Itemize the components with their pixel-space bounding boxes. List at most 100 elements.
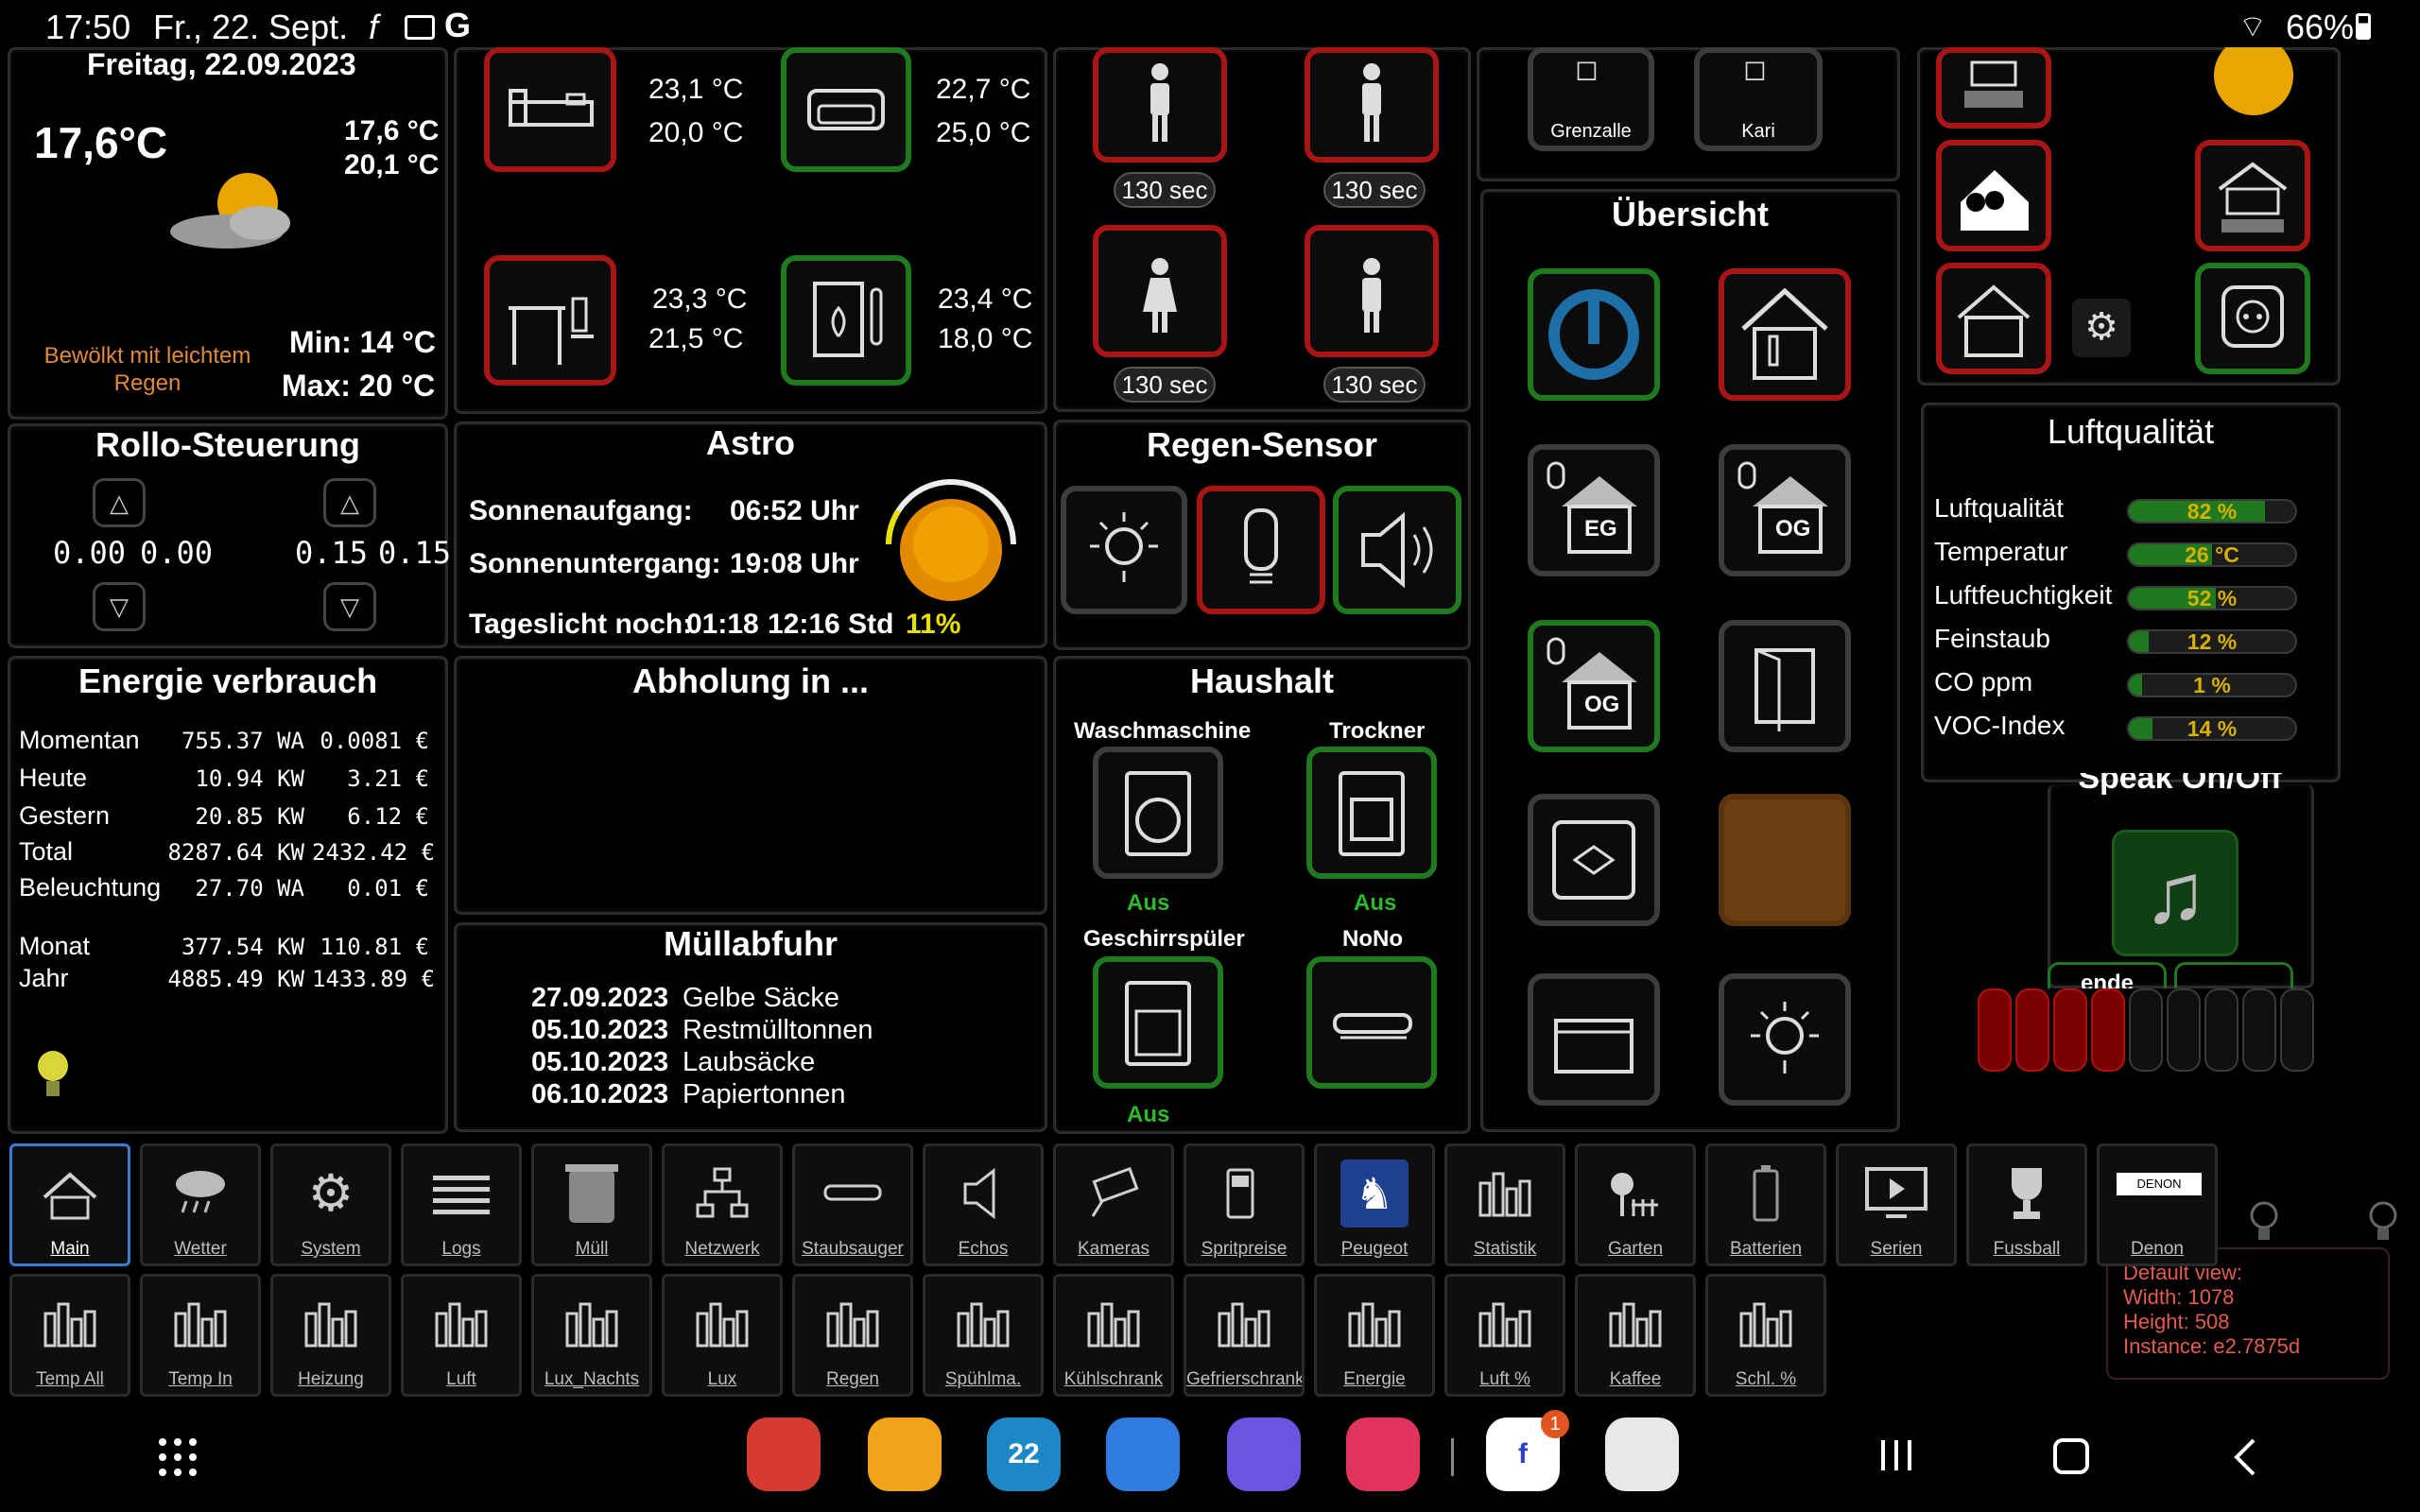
person-4-button[interactable] [1305,225,1439,357]
back-icon[interactable] [2231,1436,2257,1478]
regen-speaker-button[interactable] [1333,486,1461,614]
debug-line2: Width: 1078 [2123,1285,2235,1309]
volume-segment[interactable] [1978,988,2012,1072]
volume-segment[interactable] [2204,988,2238,1072]
room-heater-button[interactable] [781,255,911,386]
weather-date: Freitag, 22.09.2023 [87,47,356,81]
trockner-button[interactable] [1306,747,1437,879]
bar-chart-icon [1056,1286,1171,1362]
nav-echos-button[interactable]: Echos [923,1143,1044,1266]
rollo-right-down-button[interactable]: ▽ [323,582,376,631]
messages-app-icon[interactable] [1106,1418,1180,1491]
internet-app-icon[interactable] [1227,1418,1301,1491]
og-house-button[interactable] [2195,140,2310,251]
nav-denon-button[interactable]: DENON Denon [2097,1143,2218,1266]
camera-app-icon[interactable] [1346,1418,1420,1491]
chart-temp-in-button[interactable]: Temp In [140,1274,261,1397]
nav-staubsauger-button[interactable]: Staubsauger [792,1143,913,1266]
nav-peugeot-button[interactable]: ♞ Peugeot [1314,1143,1435,1266]
chart-lux-button[interactable]: Lux [662,1274,783,1397]
nav-m-ll-button[interactable]: Müll [531,1143,652,1266]
socket-top-button[interactable] [2195,263,2310,374]
home-thermo-button[interactable] [1936,263,2051,374]
eg-light-button[interactable]: EG [1528,444,1660,576]
nav-serien-button[interactable]: Serien [1836,1143,1957,1266]
chart-kaffee-button[interactable]: Kaffee [1575,1274,1696,1397]
speak-tab-ende[interactable]: ende [2048,962,2167,988]
og2-light-button[interactable]: OG [1528,620,1660,752]
files-app-icon[interactable] [868,1418,942,1491]
nav-statistik-button[interactable]: Statistik [1444,1143,1565,1266]
chart-luft--button[interactable]: Luft % [1444,1274,1565,1397]
og-light-button[interactable]: OG [1719,444,1851,576]
person-1-button[interactable] [1093,47,1227,163]
og-house-top-button[interactable] [1936,47,2051,129]
chart-lux-nachts-button[interactable]: Lux_Nachts [531,1274,652,1397]
nav-batterien-button[interactable]: Batterien [1705,1143,1826,1266]
nav-spritpreise-button[interactable]: Spritpreise [1184,1143,1305,1266]
notes-app-icon[interactable] [747,1418,821,1491]
vacuum-icon [795,1156,910,1231]
chart-heizung-button[interactable]: Heizung [270,1274,391,1397]
chart-luft-button[interactable]: Luft [401,1274,522,1397]
nav-logs-button[interactable]: Logs [401,1143,522,1266]
chart-sp-hlma--button[interactable]: Spühlma. [923,1274,1044,1397]
light-sun-button[interactable] [1719,973,1851,1106]
energie-value-kw: 8287.64 KW [167,839,305,866]
door-button[interactable] [1719,620,1851,752]
volume-segment[interactable] [2015,988,2049,1072]
luft-bar: 14 % [2127,716,2297,741]
recents-icon[interactable] [1879,1438,1913,1472]
socket-button[interactable] [1528,794,1660,926]
chart-gefrierschrank-button[interactable]: Gefrierschrank [1184,1274,1305,1397]
nav-label: Gefrierschrank [1186,1369,1302,1389]
nono-vacuum-button[interactable] [1306,956,1437,1089]
volume-segment[interactable] [2129,988,2163,1072]
bar-chart-icon [1447,1286,1563,1362]
calendar-app-icon[interactable]: 22 [987,1418,1061,1491]
house-temp-button[interactable] [1719,268,1851,401]
chart-regen-button[interactable]: Regen [792,1274,913,1397]
volume-segment[interactable] [2167,988,2201,1072]
nav-garten-button[interactable]: Garten [1575,1143,1696,1266]
nav-system-button[interactable]: ⚙ System [270,1143,391,1266]
chart-schl--button[interactable]: Schl. % [1705,1274,1826,1397]
nav-wetter-button[interactable]: Wetter [140,1143,261,1266]
speak-toggle-button[interactable]: ♫ [2112,830,2238,956]
volume-segment[interactable] [2280,988,2314,1072]
chart-temp-all-button[interactable]: Temp All [9,1274,130,1397]
kiosk-app-icon[interactable] [1605,1418,1679,1491]
volume-segment[interactable] [2053,988,2087,1072]
regen-sun-button[interactable] [1061,486,1187,614]
geschirrspueler-button[interactable] [1093,956,1223,1089]
nav-netzwerk-button[interactable]: Netzwerk [662,1143,783,1266]
room-sofa-button[interactable] [781,47,911,172]
family-home-button[interactable] [1936,140,2051,251]
brown-tile-button[interactable] [1719,794,1851,926]
room-bed-button[interactable] [484,47,616,172]
volume-segment[interactable] [2242,988,2276,1072]
nav-main-button[interactable]: Main [9,1143,130,1266]
power-button[interactable] [1528,268,1660,401]
waschmaschine-button[interactable] [1093,747,1223,879]
room-desk-button[interactable] [484,255,616,386]
message-kari-button[interactable]: ◻ Kari [1694,47,1823,151]
nav-fussball-button[interactable]: Fussball [1966,1143,2087,1266]
person-2-button[interactable] [1305,47,1439,163]
volume-segment[interactable] [2091,988,2125,1072]
rollo-right-up-button[interactable]: △ [323,478,376,527]
rollo-left-up-button[interactable]: △ [93,478,146,527]
gear-icon[interactable]: ⚙ [2072,299,2131,357]
box-button[interactable] [1528,973,1660,1106]
nav-kameras-button[interactable]: Kameras [1053,1143,1174,1266]
rollo-left-down-button[interactable]: ▽ [93,582,146,631]
regen-bulb-button[interactable] [1197,486,1325,614]
person-3-button[interactable] [1093,225,1227,357]
nav-label: Garten [1607,1239,1664,1259]
chart-energie-button[interactable]: Energie [1314,1274,1435,1397]
message-grenzalle-button[interactable]: ◻ Grenzalle [1528,47,1654,151]
home-icon[interactable] [2053,1438,2089,1474]
speak-tab-2[interactable] [2174,962,2293,988]
app-drawer-icon[interactable] [157,1436,199,1478]
chart-k-hlschrank-button[interactable]: Kühlschrank [1053,1274,1174,1397]
